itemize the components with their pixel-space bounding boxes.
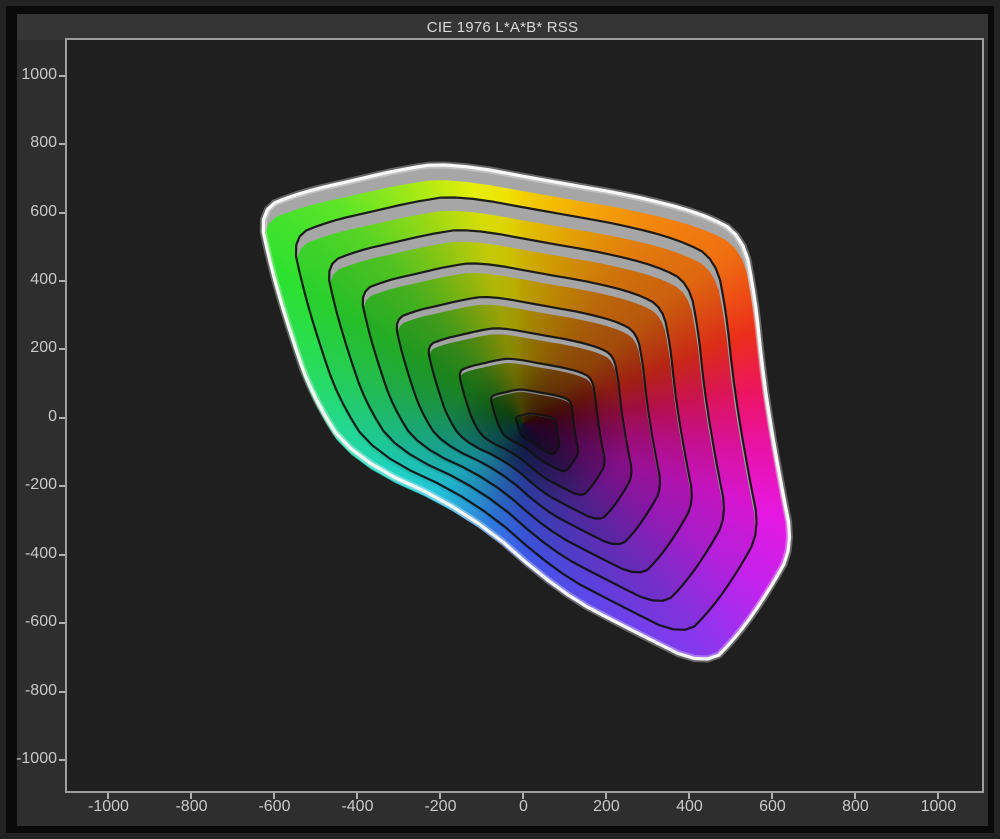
x-axis-tick-label: 1000 bbox=[920, 798, 957, 815]
y-axis-tick bbox=[59, 211, 65, 214]
y-axis-tick-label: 0 bbox=[48, 407, 57, 425]
y-axis-tick bbox=[59, 485, 65, 488]
y-axis-tick bbox=[59, 759, 65, 762]
y-axis-tick-label: 400 bbox=[30, 270, 57, 288]
y-axis-tick bbox=[59, 279, 65, 282]
x-axis-tick-label: 400 bbox=[676, 798, 703, 815]
y-axis-tick-label: -200 bbox=[24, 476, 57, 494]
x-axis-tick-label: -400 bbox=[341, 798, 374, 815]
y-axis-tick-label: -1000 bbox=[16, 750, 57, 768]
chart-title: CIE 1976 L*A*B* RSS bbox=[426, 18, 579, 36]
x-axis-tick-label: -800 bbox=[175, 798, 208, 815]
y-axis-tick-label: -600 bbox=[24, 613, 57, 631]
y-axis-tick bbox=[59, 622, 65, 625]
x-axis-tick-label: 200 bbox=[593, 798, 620, 815]
gamut-core-shadow bbox=[428, 328, 632, 519]
y-axis-tick bbox=[59, 74, 65, 77]
x-axis-tick-label: 800 bbox=[842, 798, 869, 815]
x-axis-tick-label: -200 bbox=[424, 798, 457, 815]
y-axis-tick bbox=[59, 348, 65, 351]
y-axis-tick-label: -800 bbox=[24, 681, 57, 699]
y-axis-tick-label: 600 bbox=[30, 202, 57, 220]
x-axis-tick-label: -600 bbox=[258, 798, 291, 815]
y-axis-tick-label: 200 bbox=[30, 339, 57, 357]
y-axis-tick bbox=[59, 553, 65, 556]
y-axis-tick-label: -400 bbox=[24, 544, 57, 562]
y-axis-tick-label: 1000 bbox=[21, 65, 57, 83]
y-axis-tick bbox=[59, 416, 65, 419]
chart-title-bar: CIE 1976 L*A*B* RSS bbox=[17, 14, 988, 40]
y-axis-tick bbox=[59, 690, 65, 693]
x-axis-tick-label: 0 bbox=[519, 798, 528, 815]
screenshot-root: { "window": { "title": "CIE 1976 L*A*B* … bbox=[0, 0, 1000, 839]
y-axis-tick-label: 800 bbox=[30, 134, 57, 152]
y-axis-tick bbox=[59, 143, 65, 146]
x-axis-tick-label: -1000 bbox=[88, 798, 129, 815]
x-axis-tick-label: 600 bbox=[759, 798, 786, 815]
gamut-fill-layers bbox=[67, 40, 982, 791]
